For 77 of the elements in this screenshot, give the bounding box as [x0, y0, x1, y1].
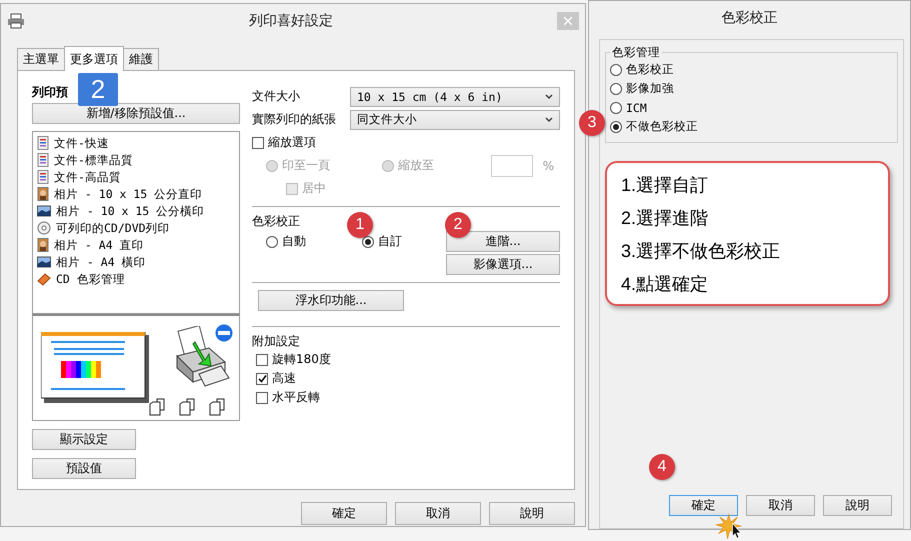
landscape-photo-icon: [37, 256, 51, 268]
checkbox-label: 高速: [272, 370, 296, 387]
chevron-icon: [545, 94, 553, 100]
window-title: 列印喜好設定: [248, 12, 334, 30]
photo-icon: [37, 238, 49, 252]
preset-item[interactable]: 相片 - 10 x 15 公分直印: [37, 186, 235, 203]
radio-label: 印至一頁: [282, 157, 330, 174]
tab[interactable]: 主選單: [17, 48, 65, 70]
percent-label: %: [542, 158, 554, 172]
preset-item[interactable]: CD 色彩管理: [37, 270, 235, 288]
button[interactable]: 取消: [395, 502, 481, 525]
checkbox-label: 縮放選項: [268, 134, 316, 151]
printer-icon: [7, 13, 25, 29]
preset-item[interactable]: 相片 - A4 直印: [37, 236, 235, 254]
radio-button[interactable]: [362, 236, 374, 248]
image-options-button[interactable]: 影像選項...: [446, 254, 560, 275]
printer-drawing: [175, 326, 231, 388]
preset-item[interactable]: 相片 - 10 x 15 公分橫印: [37, 202, 235, 220]
button[interactable]: 確定: [669, 495, 738, 516]
label-icon: [37, 272, 51, 286]
document-icon: [37, 170, 49, 184]
button[interactable]: 取消: [746, 495, 815, 516]
radio-label: 不做色彩校正: [626, 119, 698, 134]
instruction-text: 4.點選確定: [621, 273, 710, 296]
checkbox[interactable]: [256, 354, 268, 366]
field-label: 實際列印的紙張: [252, 111, 337, 128]
checkbox[interactable]: [256, 372, 268, 384]
button[interactable]: 預設值: [32, 458, 136, 479]
button[interactable]: 說明: [489, 502, 575, 525]
step-badge: 2: [78, 73, 118, 106]
preset-item[interactable]: 可列印的CD/DVD列印: [37, 220, 235, 237]
tab[interactable]: 維護: [123, 48, 159, 70]
radio-button[interactable]: [610, 102, 622, 114]
instruction-text: 1.選擇自訂: [621, 174, 710, 197]
chevron-icon: [545, 116, 553, 122]
radio-label: 縮放至: [398, 157, 434, 174]
checkbox[interactable]: [256, 392, 268, 404]
checkbox-label: 居中: [302, 180, 326, 197]
radio-label: ICM: [626, 100, 647, 114]
radio-label: 色彩校正: [626, 62, 674, 77]
field-label: 文件大小: [252, 88, 301, 105]
document-icon: [37, 136, 49, 150]
landscape-photo-icon: [37, 205, 51, 218]
radio-label: 自訂: [378, 233, 402, 250]
button[interactable]: 確定: [301, 502, 387, 525]
checkbox[interactable]: [252, 136, 264, 148]
preset-item[interactable]: 文件-標準品質: [37, 152, 235, 169]
preset-item[interactable]: 文件-快速: [37, 134, 235, 152]
section-heading: 列印預: [32, 84, 68, 101]
watermark-button[interactable]: 浮水印功能...: [258, 290, 404, 311]
instruction-text: 3.選擇不做色彩校正: [621, 240, 782, 263]
add-remove-presets-button[interactable]: 新增/移除預設值...: [32, 103, 240, 124]
window-title: 色彩校正: [720, 9, 778, 27]
radio-button[interactable]: [610, 82, 622, 94]
radio-button[interactable]: [610, 64, 622, 76]
paper-dropdown[interactable]: 同文件大小: [350, 110, 560, 130]
button[interactable]: 顯示設定: [32, 429, 136, 450]
preset-item[interactable]: 相片 - A4 橫印: [37, 254, 235, 271]
document-icon: [37, 153, 49, 168]
advanced-button[interactable]: 進階...: [446, 231, 560, 252]
section-heading: 附加設定: [252, 333, 300, 350]
checkbox-label: 水平反轉: [272, 389, 320, 406]
radio-label: 自動: [282, 233, 306, 250]
tab[interactable]: 更多選項: [64, 46, 124, 71]
radio-label: 影像加強: [626, 81, 674, 96]
photo-icon: [37, 187, 49, 202]
instruction-text: 2.選擇進階: [621, 207, 710, 230]
document-size-dropdown[interactable]: 10 x 15 cm (4 x 6 in): [350, 86, 560, 106]
group-label: 色彩管理: [610, 45, 662, 60]
section-heading: 色彩校正: [252, 213, 300, 230]
disc-icon: [37, 221, 51, 236]
button[interactable]: 說明: [823, 495, 892, 516]
radio-button[interactable]: [266, 236, 278, 248]
close-icon: [564, 17, 572, 25]
preset-item[interactable]: 文件-高品質: [37, 168, 235, 186]
radio-button[interactable]: [610, 120, 622, 132]
checkbox-label: 旋轉180度: [272, 351, 331, 368]
